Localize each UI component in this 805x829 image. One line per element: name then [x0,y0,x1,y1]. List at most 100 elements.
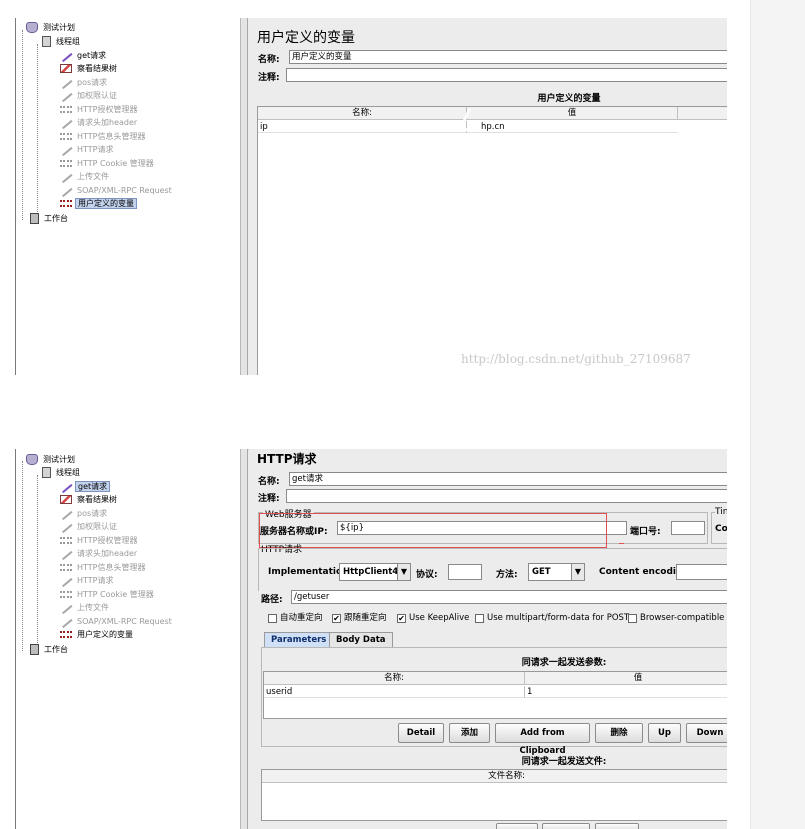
add-button[interactable]: 添加 [449,723,490,743]
spool-icon [42,467,51,478]
checkbox-label: 自动重定向 [280,613,323,623]
tree-node-get-request[interactable]: get请求 [59,480,111,493]
variable-name-cell[interactable]: ip [258,121,467,133]
add-from-clipboard-button[interactable]: Add from Clipboard [495,723,590,756]
implementation-select[interactable]: HttpClient4 ▼ [339,563,411,581]
tab-parameters[interactable]: Parameters [264,632,334,647]
tree-node-get-request[interactable]: get请求 [59,49,108,62]
pen-icon [59,143,73,156]
path-field[interactable]: /getuser [291,590,727,604]
file-delete-button[interactable] [595,823,639,829]
comment-field[interactable] [286,68,727,82]
content-encoding-field[interactable] [676,564,727,580]
param-value-cell[interactable]: 1 [525,686,727,698]
column-header-filename[interactable]: 文件名称: [262,770,727,783]
screenshot-http-request: 测试计划 线程组 get请求 察看结果树 pos请求 加权限认证 HTTP授权管… [15,449,727,829]
variable-value-cell[interactable]: hp.cn [467,121,678,133]
test-plan-tree: 测试计划 线程组 get请求 察看结果树 pos请求 加权限认证 HTTP授权管… [16,18,241,375]
tree-node-auth-manager[interactable]: HTTP授权管理器 [60,103,139,116]
column-header-name[interactable]: 名称: [258,107,467,120]
down-button[interactable]: Down [686,723,727,743]
tree-node-thread-group[interactable]: 线程组 [42,466,82,479]
splitter[interactable] [241,18,248,375]
column-header-value[interactable]: 值 [525,672,727,685]
name-field[interactable]: get请求 [289,472,727,486]
tree-node-auth[interactable]: 加权限认证 [59,89,119,102]
checkbox-label: Use multipart/form-data for POST [487,613,630,623]
gear-icon [60,133,72,140]
param-name-cell[interactable]: userid [264,686,525,698]
pen-icon [59,480,73,493]
tree-node-result-tree[interactable]: 察看结果树 [60,493,119,506]
tree-node-post-request[interactable]: pos请求 [59,76,109,89]
browser-compatible-checkbox[interactable]: Browser-compatible h [628,612,727,625]
name-field[interactable]: 用户定义的变量 [289,50,727,64]
tree-node-thread-group[interactable]: 线程组 [42,35,82,48]
tree-node-header-manager[interactable]: HTTP信息头管理器 [60,561,147,574]
delete-button[interactable]: 删除 [595,723,643,743]
implementation-value: HttpClient4 [343,567,399,577]
variables-table: 名称: 值 ip hp.cn [257,106,727,375]
tree-node-result-tree[interactable]: 察看结果树 [60,62,119,75]
keepalive-checkbox[interactable]: ✔ Use KeepAlive [397,612,469,625]
panel-title: HTTP请求 [257,452,317,466]
column-header-value[interactable]: 值 [467,107,678,120]
checkbox-box [628,613,637,623]
file-add-button[interactable] [496,823,538,829]
tree-line [22,30,23,220]
tree-node-header-manager[interactable]: HTTP信息头管理器 [60,130,147,143]
tree-node-workbench[interactable]: 工作台 [30,212,70,225]
tree-node-upload[interactable]: 上传文件 [59,601,111,614]
timeout-label: Tin [715,507,727,517]
tree-node-soap[interactable]: SOAP/XML-RPC Request [59,615,174,628]
column-header-name[interactable]: 名称: [264,672,525,685]
tree-node-workbench[interactable]: 工作台 [30,643,70,656]
parameters-table: 名称: 值 userid 1 [263,671,727,719]
tree-node-user-variables[interactable]: 用户定义的变量 [60,197,137,210]
tree-node-http-request[interactable]: HTTP请求 [59,143,115,156]
tree-node-upload[interactable]: 上传文件 [59,170,111,183]
chevron-down-icon: ▼ [571,564,584,580]
multipart-checkbox[interactable]: Use multipart/form-data for POST [475,612,629,625]
gear-icon [60,591,72,598]
gear-icon [60,160,72,167]
connect-timeout-label: Cor [715,524,727,534]
pen-icon [59,49,73,62]
tree-node-soap[interactable]: SOAP/XML-RPC Request [59,184,174,197]
pen-icon [59,601,73,614]
tab-body-data[interactable]: Body Data [329,632,393,647]
tree-line [37,475,38,645]
spool-icon [42,36,51,47]
tree-node-http-request[interactable]: HTTP请求 [59,574,115,587]
comment-field[interactable] [286,489,727,503]
protocol-field[interactable] [448,564,482,580]
tree-node-test-plan[interactable]: 测试计划 [26,21,77,34]
method-select[interactable]: GET ▼ [528,563,585,581]
tree-node-auth-manager[interactable]: HTTP授权管理器 [60,534,139,547]
highlight-box [259,513,607,548]
follow-redirect-checkbox[interactable]: ✔ 跟随重定向 [332,612,387,625]
pen-icon [59,170,73,183]
tree-node-cookie-manager[interactable]: HTTP Cookie 管理器 [60,157,156,170]
column-header-extra[interactable] [678,107,727,120]
auto-redirect-checkbox[interactable]: 自动重定向 [268,612,323,625]
up-button[interactable]: Up [648,723,681,743]
tree-node-auth[interactable]: 加权限认证 [59,520,119,533]
tree-node-user-variables[interactable]: 用户定义的变量 [60,628,135,641]
pen-icon [59,507,73,520]
files-title: 同请求一起发送文件: [521,757,607,767]
tree-node-post-request[interactable]: pos请求 [59,507,109,520]
tree-node-header-request[interactable]: 请求头加header [59,547,139,560]
chart-icon [60,495,72,504]
comment-label: 注释: [258,73,280,83]
params-title: 同请求一起发送参数: [521,658,607,668]
splitter[interactable] [241,449,248,829]
tree-node-cookie-manager[interactable]: HTTP Cookie 管理器 [60,588,156,601]
port-label: 端口号: [630,527,661,537]
tree-node-test-plan[interactable]: 测试计划 [26,453,77,466]
port-field[interactable] [671,521,705,535]
file-browse-button[interactable] [542,823,590,829]
tree-node-header-request[interactable]: 请求头加header [59,116,139,129]
detail-button[interactable]: Detail [398,723,444,743]
checkbox-label: Use KeepAlive [409,613,470,623]
